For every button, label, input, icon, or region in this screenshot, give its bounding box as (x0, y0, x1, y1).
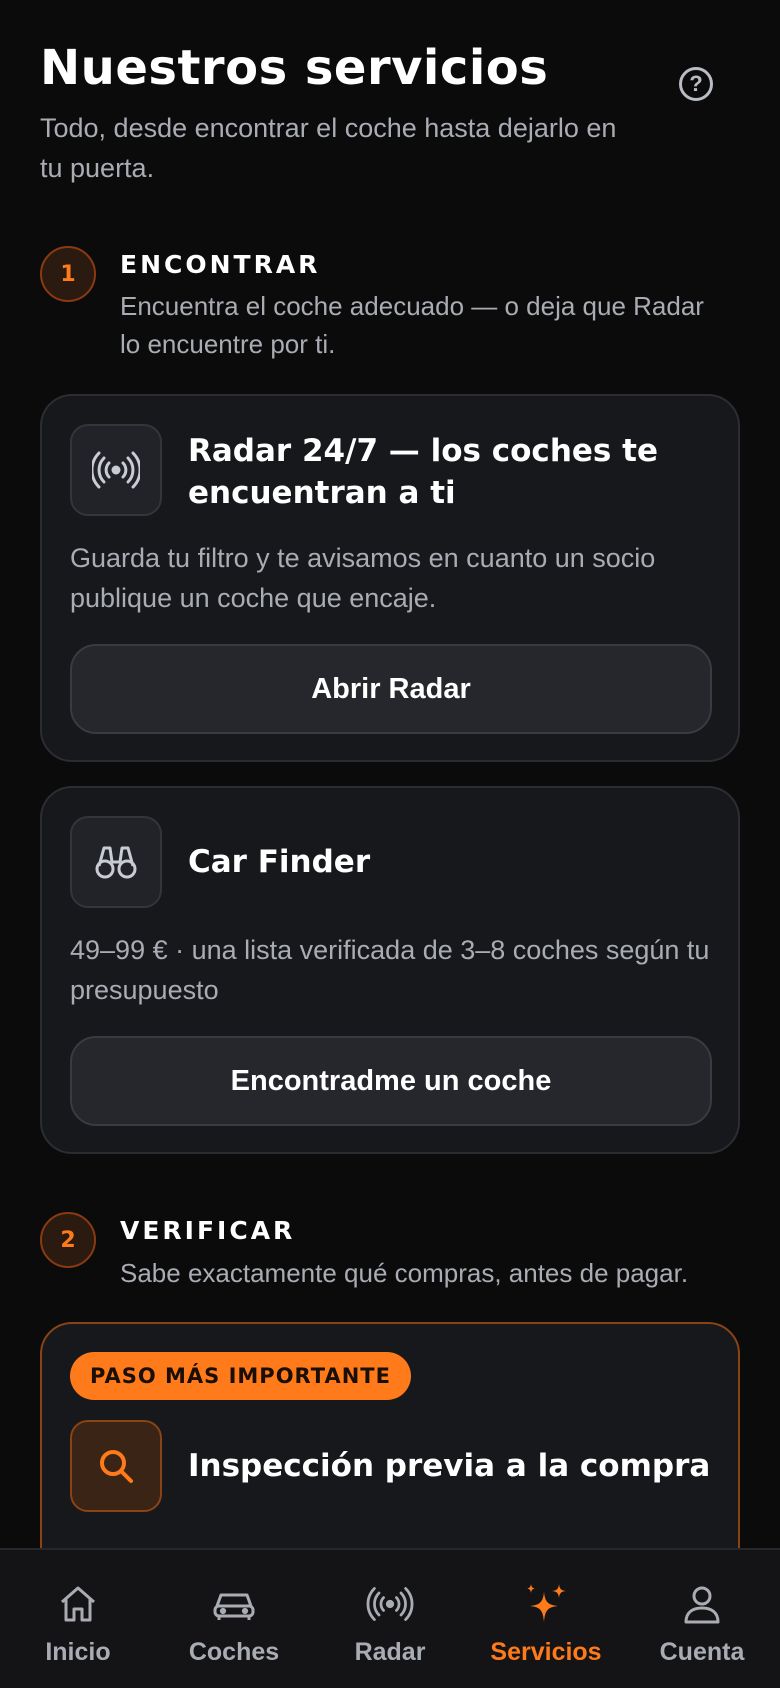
nav-label: Servicios (490, 1638, 602, 1666)
services-screen: Nuestros servicios Todo, desde encontrar… (0, 0, 780, 1688)
page-title: Nuestros servicios (40, 40, 549, 96)
binoculars-icon (70, 816, 162, 908)
nav-label: Radar (354, 1638, 426, 1666)
nav-item-cuenta[interactable]: Cuenta (624, 1550, 780, 1688)
user-icon (678, 1580, 726, 1628)
card-description: 49–99 € · una lista verificada de 3–8 co… (70, 935, 710, 1005)
question-circle-icon: ? (689, 71, 703, 96)
priority-badge: PASO MÁS IMPORTANTE (70, 1352, 411, 1400)
find-car-button[interactable]: Encontradme un coche (70, 1036, 712, 1126)
step-title: VERIFICAR (120, 1216, 296, 1245)
search-icon (70, 1420, 162, 1512)
bottom-nav: Inicio Coches Radar Servicios Cuenta (0, 1548, 780, 1688)
service-card-radar: Radar 24/7 — los coches te encuentran a … (40, 394, 740, 762)
sparkles-icon (522, 1580, 570, 1628)
radar-broadcast-icon (70, 424, 162, 516)
nav-label: Inicio (45, 1638, 111, 1666)
help-button[interactable]: ? (679, 67, 713, 101)
page-subtitle: Todo, desde encontrar el coche hasta dej… (40, 113, 617, 183)
nav-item-coches[interactable]: Coches (156, 1550, 312, 1688)
nav-label: Coches (188, 1638, 280, 1666)
step-title: ENCONTRAR (120, 250, 321, 279)
card-title: Radar 24/7 — los coches te encuentran a … (188, 433, 658, 511)
step-number-badge: 1 (40, 246, 96, 302)
nav-item-servicios[interactable]: Servicios (468, 1550, 624, 1688)
nav-item-radar[interactable]: Radar (312, 1550, 468, 1688)
card-description: Guarda tu filtro y te avisamos en cuanto… (70, 543, 656, 613)
step-number-badge: 2 (40, 1212, 96, 1268)
step-description: Encuentra el coche adecuado — o deja que… (120, 291, 704, 359)
card-title: Car Finder (188, 844, 371, 880)
home-icon (54, 1580, 102, 1628)
radar-broadcast-icon (366, 1580, 414, 1628)
step-description: Sabe exactamente qué compras, antes de p… (120, 1258, 689, 1288)
nav-label: Cuenta (659, 1638, 745, 1666)
service-card-car-finder: Car Finder 49–99 € · una lista verificad… (40, 786, 740, 1154)
open-radar-button[interactable]: Abrir Radar (70, 644, 712, 734)
car-icon (210, 1580, 258, 1628)
nav-item-inicio[interactable]: Inicio (0, 1550, 156, 1688)
card-title: Inspección previa a la compra (188, 1448, 711, 1484)
